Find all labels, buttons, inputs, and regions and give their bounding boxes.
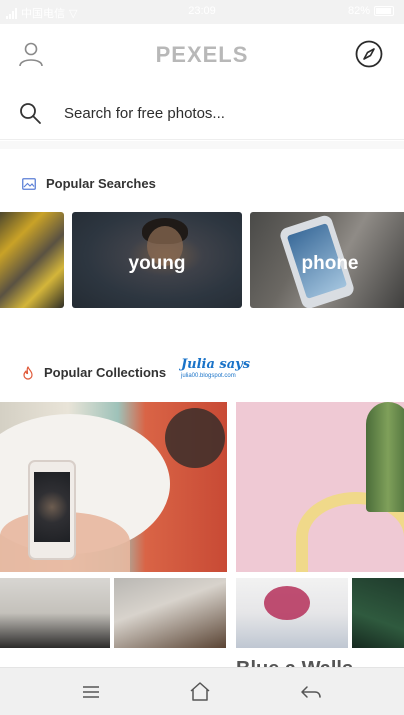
popular-collections-heading: Popular Collections: [22, 365, 166, 380]
collection-thumbnail[interactable]: [352, 578, 404, 648]
collection-photo-detail: [165, 408, 225, 468]
status-right: 82%: [348, 5, 394, 17]
popular-searches-title: Popular Searches: [46, 176, 156, 191]
brand-logo: PEXELS: [155, 42, 249, 67]
search-tile-label: young: [128, 253, 186, 274]
search-icon: [20, 103, 41, 124]
clock: 23:09: [188, 5, 216, 17]
back-icon[interactable]: [298, 679, 324, 705]
search-input[interactable]: [64, 98, 384, 128]
watermark-sub: julia00.blogspot.com: [181, 373, 236, 379]
collection-card-primary[interactable]: [0, 402, 227, 572]
app-header: PEXELS: [0, 24, 404, 84]
search-tile-young[interactable]: young: [72, 212, 242, 308]
home-icon[interactable]: [187, 679, 213, 705]
collection-thumbnail[interactable]: [114, 578, 226, 648]
battery-percent: 82%: [347, 5, 370, 17]
collection-thumbnail[interactable]: [236, 578, 348, 648]
status-bar: 中国电信 ▽ 23:09 82%: [0, 0, 404, 24]
collection-photo-detail: [366, 402, 404, 512]
search-tile-phone[interactable]: phone: [250, 212, 404, 308]
compass-icon[interactable]: [354, 39, 384, 69]
section-divider: [0, 141, 404, 149]
system-nav-bar: [0, 667, 404, 715]
watermark-main: Julia says: [181, 357, 251, 372]
search-tile[interactable]: [0, 212, 64, 308]
popular-searches-carousel[interactable]: young phone: [0, 212, 404, 310]
flame-icon: [23, 365, 33, 380]
collection-card-secondary[interactable]: [236, 402, 404, 572]
menu-icon[interactable]: [78, 679, 104, 705]
search-bar: [0, 88, 404, 140]
image-icon: [22, 177, 36, 190]
popular-searches-heading: Popular Searches: [22, 176, 156, 191]
collection-thumbnail[interactable]: [0, 578, 110, 648]
collection-photo-detail: [28, 460, 76, 560]
battery-icon: [374, 6, 394, 16]
search-tile-label: phone: [301, 253, 359, 274]
popular-collections-title: Popular Collections: [44, 365, 167, 380]
watermark-stamp: Julia says julia00.blogspot.com: [181, 357, 251, 379]
